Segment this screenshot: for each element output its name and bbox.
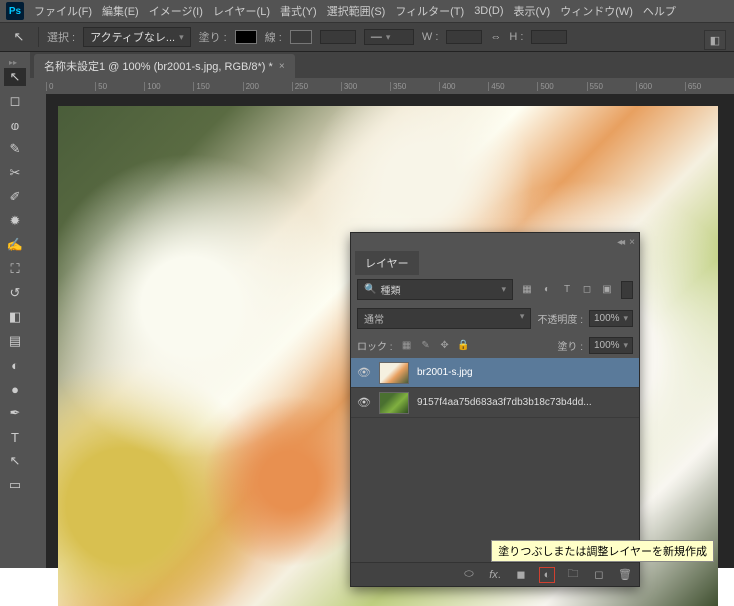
menu-file[interactable]: ファイル(F) <box>34 3 92 19</box>
layer-list: 👁 br2001-s.jpg 👁 9157f4aa75d683a3f7db3b1… <box>351 358 639 562</box>
filter-smart-icon[interactable]: ▣ <box>599 283 615 297</box>
app-logo: Ps <box>6 2 24 20</box>
panel-header[interactable]: ◂◂ × <box>351 233 639 251</box>
filter-adjust-icon[interactable]: ◐ <box>539 283 555 297</box>
panel-menu-icon[interactable]: ◂◂ <box>617 237 623 248</box>
ruler-horizontal[interactable]: 050100150200250300350400450500550600650 <box>46 78 734 94</box>
eraser-tool[interactable]: ◧ <box>4 308 26 326</box>
document-tab[interactable]: 名称未設定1 @ 100% (br2001-s.jpg, RGB/8*) * × <box>34 54 295 78</box>
history-brush-tool[interactable]: ↺ <box>4 284 26 302</box>
layer-mask-icon[interactable]: ◼ <box>513 568 529 581</box>
menu-window[interactable]: ウィンドウ(W) <box>560 3 633 19</box>
layer-row[interactable]: 👁 br2001-s.jpg <box>351 358 639 388</box>
link-layers-icon[interactable]: ⬭ <box>461 568 477 581</box>
filter-pixel-icon[interactable]: ▦ <box>519 283 535 297</box>
close-tab-icon[interactable]: × <box>279 61 285 72</box>
pen-tool[interactable]: ✒ <box>4 404 26 422</box>
width-input[interactable] <box>446 30 482 44</box>
toolbox-collapse-icon[interactable]: ▸▸ <box>9 58 21 62</box>
path-select-tool[interactable]: ↖ <box>4 452 26 470</box>
layer-fx-icon[interactable]: fx. <box>487 569 503 581</box>
gradient-tool[interactable]: ▤ <box>4 332 26 350</box>
dodge-tool[interactable]: ● <box>4 380 26 398</box>
heal-tool[interactable]: ✹ <box>4 212 26 230</box>
lasso-tool[interactable]: ⱷ <box>4 116 26 134</box>
layers-footer: ⬭ fx. ◼ ◐ 🗀 ◻ 🗑 <box>351 562 639 586</box>
filter-toggle[interactable] <box>621 281 633 299</box>
layer-thumbnail[interactable] <box>379 362 409 384</box>
panel-icon-1[interactable]: ◧ <box>704 30 726 50</box>
fill-opacity-label: 塗り : <box>557 338 583 353</box>
ruler-vertical[interactable] <box>30 94 46 568</box>
options-bar: ↖ 選択 : アクティブなレ...▾ 塗り : 線 : —▾ W : ⇔ H : <box>0 22 734 52</box>
menu-edit[interactable]: 編集(E) <box>102 3 139 19</box>
layer-thumbnail[interactable] <box>379 392 409 414</box>
delete-layer-icon[interactable]: 🗑 <box>617 568 633 581</box>
filter-shape-icon[interactable]: ◻ <box>579 283 595 297</box>
lock-all-icon[interactable]: 🔒 <box>456 339 472 353</box>
layers-panel: ◂◂ × レイヤー 🔍 種類 ▾ ▦ ◐ T ◻ ▣ <box>350 232 640 587</box>
fill-swatch[interactable] <box>235 30 257 44</box>
select-dropdown[interactable]: アクティブなレ...▾ <box>83 27 191 47</box>
visibility-icon[interactable]: 👁 <box>357 396 371 409</box>
stroke-swatch[interactable] <box>290 30 312 44</box>
layer-row[interactable]: 👁 9157f4aa75d683a3f7db3b18c73b4dd... <box>351 388 639 418</box>
document-tabbar: 名称未設定1 @ 100% (br2001-s.jpg, RGB/8*) * × <box>30 52 734 78</box>
link-wh-icon[interactable]: ⇔ <box>490 31 501 43</box>
document-tab-title: 名称未設定1 @ 100% (br2001-s.jpg, RGB/8*) * <box>44 58 273 74</box>
menu-bar: Ps ファイル(F) 編集(E) イメージ(I) レイヤー(L) 書式(Y) 選… <box>0 0 734 22</box>
marquee-tool[interactable]: ◻ <box>4 92 26 110</box>
panel-close-icon[interactable]: × <box>629 237 635 248</box>
menu-help[interactable]: ヘルプ <box>643 3 676 19</box>
type-tool[interactable]: T <box>4 428 26 446</box>
menu-type[interactable]: 書式(Y) <box>280 3 317 19</box>
fill-label: 塗り : <box>199 29 227 45</box>
height-input[interactable] <box>531 30 567 44</box>
layer-name[interactable]: 9157f4aa75d683a3f7db3b18c73b4dd... <box>417 397 633 408</box>
move-tool[interactable]: ↖ <box>4 68 26 86</box>
blend-mode-dropdown[interactable]: 通常▾ <box>357 308 531 329</box>
brush-tool[interactable]: ✍ <box>4 236 26 254</box>
menu-layer[interactable]: レイヤー(L) <box>213 3 270 19</box>
menu-filter[interactable]: フィルター(T) <box>395 3 464 19</box>
layer-name[interactable]: br2001-s.jpg <box>417 367 633 378</box>
opacity-label: 不透明度 : <box>537 311 583 326</box>
menu-image[interactable]: イメージ(I) <box>149 3 203 19</box>
lock-transparent-icon[interactable]: ▦ <box>399 339 415 353</box>
stamp-tool[interactable]: ⛶ <box>4 260 26 278</box>
quick-select-tool[interactable]: ✎ <box>4 140 26 158</box>
lock-position-icon[interactable]: ✥ <box>437 339 453 353</box>
eyedropper-tool[interactable]: ✐ <box>4 188 26 206</box>
lock-pixels-icon[interactable]: ✎ <box>418 339 434 353</box>
layer-filter-dropdown[interactable]: 🔍 種類 ▾ <box>357 279 513 300</box>
lock-label: ロック : <box>357 338 393 353</box>
layers-tab[interactable]: レイヤー <box>355 251 419 275</box>
adjustment-layer-icon[interactable]: ◐ <box>539 567 555 583</box>
crop-tool[interactable]: ✂ <box>4 164 26 182</box>
fill-opacity-input[interactable]: 100%▾ <box>589 337 633 354</box>
filter-type-icon[interactable]: T <box>559 283 575 297</box>
visibility-icon[interactable]: 👁 <box>357 366 371 379</box>
blur-tool[interactable]: ◐ <box>4 356 26 374</box>
move-tool-icon[interactable]: ↖ <box>8 28 30 46</box>
shape-tool[interactable]: ▭ <box>4 476 26 494</box>
new-layer-icon[interactable]: ◻ <box>591 568 607 581</box>
ruler-corner <box>30 78 46 94</box>
h-label: H : <box>509 31 523 43</box>
document-area: 名称未設定1 @ 100% (br2001-s.jpg, RGB/8*) * ×… <box>30 52 734 568</box>
menu-3d[interactable]: 3D(D) <box>474 5 503 17</box>
stroke-width-input[interactable] <box>320 30 356 44</box>
stroke-label: 線 : <box>265 29 282 45</box>
tooltip: 塗りつぶしまたは調整レイヤーを新規作成 <box>491 540 714 562</box>
stroke-style-dropdown[interactable]: —▾ <box>364 29 414 45</box>
menu-view[interactable]: 表示(V) <box>514 3 551 19</box>
toolbox: ▸▸ ↖ ◻ ⱷ ✎ ✂ ✐ ✹ ✍ ⛶ ↺ ◧ ▤ ◐ ● ✒ T ↖ ▭ <box>0 52 30 568</box>
opacity-input[interactable]: 100%▾ <box>589 310 633 327</box>
w-label: W : <box>422 31 439 43</box>
select-label: 選択 : <box>47 29 75 45</box>
menu-select[interactable]: 選択範囲(S) <box>327 3 386 19</box>
